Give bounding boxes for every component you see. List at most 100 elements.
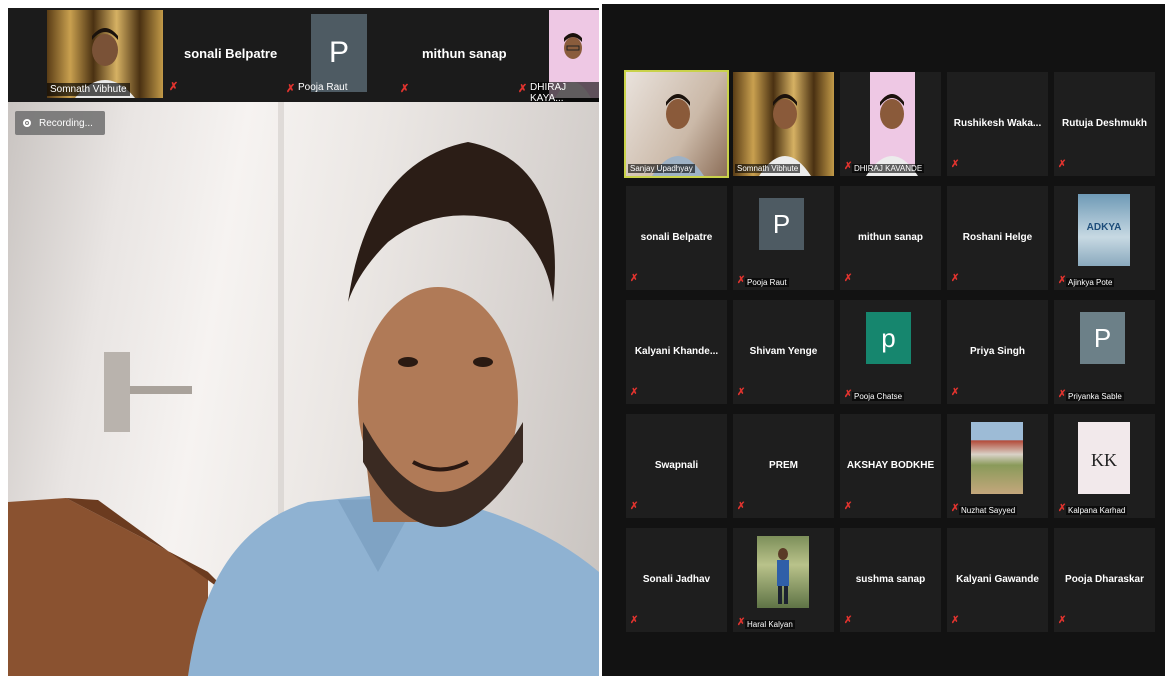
mute-icon: ✗ — [630, 387, 639, 398]
avatar-initial: P — [772, 208, 791, 239]
mute-icon: ✗ — [844, 501, 853, 512]
gallery-tile[interactable]: ADKYA ✗ Ajinkya Pote — [1054, 186, 1155, 290]
gallery-tile[interactable]: P ✗ Priyanka Sable — [1054, 300, 1155, 404]
gallery-tile[interactable]: Kalyani Gawande ✗ — [947, 528, 1048, 632]
participant-label: Sanjay Upadhyay — [628, 164, 695, 173]
strip-tile-mithun[interactable]: mithun sanap — [422, 46, 507, 61]
recording-label: Recording... — [39, 117, 93, 129]
mute-icon: ✗ — [951, 273, 960, 284]
gallery-tile[interactable]: mithun sanap ✗ — [840, 186, 941, 290]
participant-name: mithun sanap — [857, 232, 923, 243]
participant-label: Somnath Vibhute — [735, 164, 801, 173]
gallery-tile[interactable]: P ✗ Pooja Raut — [733, 186, 834, 290]
gallery-tile[interactable]: Rushikesh Waka... ✗ — [947, 72, 1048, 176]
participant-picture — [757, 536, 809, 608]
mute-icon: ✗ — [630, 273, 639, 284]
participant-name: Rutuja Deshmukh — [1061, 118, 1147, 129]
gallery-tile[interactable]: sushma sanap ✗ — [840, 528, 941, 632]
participant-name: Roshani Helge — [962, 232, 1033, 243]
mute-icon: ✗ — [286, 83, 296, 95]
strip-tile-label: DHIRAJ KAYA... — [530, 82, 599, 104]
gallery-tile[interactable]: Rutuja Deshmukh ✗ — [1054, 72, 1155, 176]
participant-label: DHIRAJ KAVANDE — [852, 164, 925, 173]
gallery-tile[interactable]: Somnath Vibhute — [733, 72, 834, 176]
participant-strip: Somnath Vibhute ✗ sonali Belpatre P ✗ Po… — [8, 8, 599, 104]
gallery-tile[interactable]: p ✗ Pooja Chatse — [840, 300, 941, 404]
participant-figure — [759, 94, 811, 176]
record-icon — [23, 119, 31, 127]
mute-icon: ✗ — [630, 615, 639, 626]
gallery-tile[interactable]: KK ✗ Kalpana Karhad — [1054, 414, 1155, 518]
participant-picture — [971, 422, 1023, 494]
participant-picture: ADKYA — [1078, 194, 1130, 266]
participant-name: Swapnali — [654, 460, 699, 471]
participant-name: AKSHAY BODKHE — [846, 460, 935, 471]
gallery-view-panel: Sanjay Upadhyay Somnath Vibhute ✗ DHIRAJ KA… — [602, 4, 1165, 676]
participant-name: PREM — [769, 460, 798, 471]
participant-picture: KK — [1078, 422, 1130, 494]
gallery-tile[interactable]: ✗ Nuzhat Sayyed — [947, 414, 1048, 518]
participant-name: sushma sanap — [855, 574, 926, 585]
participant-label: Pooja Chatse — [852, 392, 905, 401]
gallery-tile[interactable]: AKSHAY BODKHE ✗ — [840, 414, 941, 518]
gallery-tile[interactable]: sonali Belpatre ✗ — [626, 186, 727, 290]
participant-name: Rushikesh Waka... — [953, 118, 1042, 129]
participant-label: Ajinkya Pote — [1066, 278, 1115, 287]
person-figure — [777, 548, 789, 604]
gallery-tile[interactable]: Priya Singh ✗ — [947, 300, 1048, 404]
gallery-tile[interactable]: Sonali Jadhav ✗ — [626, 528, 727, 632]
participant-label: Pooja Raut — [745, 278, 789, 287]
participant-name: Kalyani Khande... — [634, 346, 719, 357]
strip-tile-label: Somnath Vibhute — [47, 83, 130, 96]
mute-icon: ✗ — [951, 615, 960, 626]
participant-label: Priyanka Sable — [1066, 392, 1124, 401]
mute-icon: ✗ — [518, 83, 528, 95]
avatar-initial: P — [1093, 322, 1112, 353]
gallery-tile[interactable]: Roshani Helge ✗ — [947, 186, 1048, 290]
strip-tile-somnath[interactable]: Somnath Vibhute — [47, 10, 163, 98]
gallery-tile[interactable]: Swapnali ✗ — [626, 414, 727, 518]
mute-icon: ✗ — [844, 273, 853, 284]
gallery-tile[interactable]: Sanjay Upadhyay — [624, 70, 729, 178]
participant-figure — [652, 94, 704, 176]
participant-name: Pooja Dharaskar — [1065, 574, 1144, 585]
mute-icon: ✗ — [844, 615, 853, 626]
participant-name: Sonali Jadhav — [642, 574, 711, 585]
mute-icon: ✗ — [630, 501, 639, 512]
participant-avatar: P — [1080, 312, 1125, 364]
strip-tile-sonali[interactable]: sonali Belpatre — [184, 46, 277, 61]
mute-icon: ✗ — [951, 159, 960, 170]
active-speaker-video: Recording... — [8, 102, 599, 676]
participant-name: Priya Singh — [969, 346, 1025, 357]
mute-icon: ✗ — [737, 501, 746, 512]
recording-indicator[interactable]: Recording... — [15, 111, 105, 135]
mute-icon: ✗ — [169, 81, 179, 93]
gallery-tile[interactable]: ✗ Haral Kalyan — [733, 528, 834, 632]
participant-label: Haral Kalyan — [745, 620, 795, 629]
participant-video — [840, 72, 941, 176]
participant-video — [626, 72, 727, 176]
participant-name: Shivam Yenge — [749, 346, 818, 357]
pooja-raut-avatar: P — [311, 14, 367, 92]
gallery-tile[interactable]: Shivam Yenge ✗ — [733, 300, 834, 404]
avatar-initial: p — [881, 322, 896, 353]
gallery-tile[interactable]: Pooja Dharaskar ✗ — [1054, 528, 1155, 632]
gallery-tile[interactable]: PREM ✗ — [733, 414, 834, 518]
strip-tile-label: Pooja Raut — [298, 82, 348, 93]
mute-icon: ✗ — [951, 387, 960, 398]
mute-icon: ✗ — [1058, 159, 1067, 170]
gallery-tile[interactable]: Kalyani Khande... ✗ — [626, 300, 727, 404]
participant-video — [733, 72, 834, 176]
picture-text: KK — [1091, 450, 1117, 470]
participant-label: Kalpana Karhad — [1066, 506, 1128, 515]
speaker-scene — [8, 102, 599, 676]
picture-text: ADKYA — [1086, 222, 1122, 233]
speaker-view-panel: Somnath Vibhute ✗ sonali Belpatre P ✗ Po… — [8, 8, 599, 676]
participant-avatar: p — [866, 312, 911, 364]
mute-icon: ✗ — [1058, 615, 1067, 626]
gallery-tile[interactable]: ✗ DHIRAJ KAVANDE — [840, 72, 941, 176]
participant-avatar: P — [759, 198, 804, 250]
participant-name: Kalyani Gawande — [956, 574, 1039, 585]
participant-figure — [866, 72, 918, 176]
participant-name: sonali Belpatre — [640, 232, 713, 243]
